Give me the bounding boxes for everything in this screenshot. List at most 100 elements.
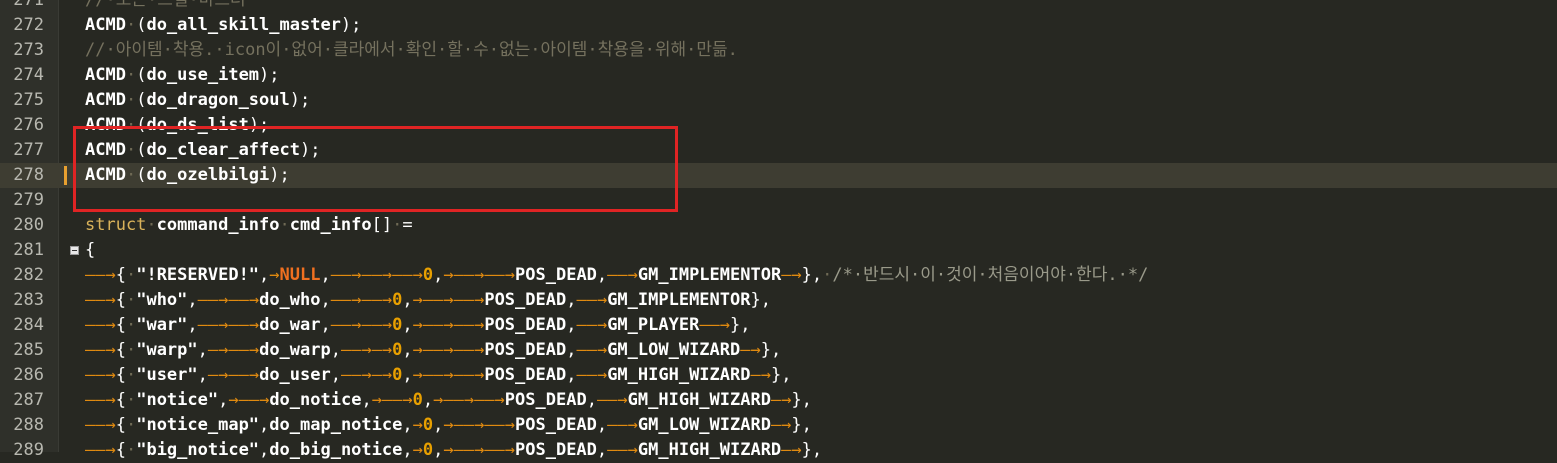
code-token: ——→: [85, 440, 116, 460]
code-token: POS_DEAD: [504, 390, 587, 410]
code-token: do_clear_affect: [146, 140, 300, 160]
code-token: 0: [392, 340, 403, 360]
code-token: 0: [422, 440, 434, 460]
line-number: 287: [13, 390, 44, 410]
code-token: ,: [197, 340, 208, 360]
code-token: ,: [402, 440, 413, 460]
line-code: ——→{·"warp",—→——→do_warp,——→—→0,→——→——→P…: [85, 338, 781, 363]
code-token: ——→: [85, 415, 116, 435]
code-token: do_war: [259, 315, 321, 335]
line-number: 283: [13, 290, 44, 310]
code-token: ,: [402, 365, 413, 385]
code-token: NULL: [279, 265, 321, 285]
code-line[interactable]: 287 ——→{·"notice",→——→do_notice,→——→0,→——…: [0, 388, 1557, 413]
code-token: 0: [392, 290, 403, 310]
code-token: do_notice: [269, 390, 362, 410]
code-token: ——→: [699, 315, 731, 335]
code-line[interactable]: 279: [0, 188, 1557, 213]
code-line[interactable]: 289 ——→{·"big_notice",do_big_notice,→0,→—…: [0, 438, 1557, 463]
code-token: (: [136, 90, 147, 110]
code-token: =: [402, 215, 413, 235]
code-token: );: [259, 65, 280, 85]
code-line[interactable]: 273 //·아이템·착용.·icon이·없어·클라에서·확인·할·수·없는·아이…: [0, 38, 1557, 63]
code-line[interactable]: 286 ——→{·"user",—→——→do_user,——→—→0,→——→—…: [0, 363, 1557, 388]
code-token: 0: [422, 265, 434, 285]
code-line[interactable]: 285 ——→{·"warp",—→——→do_warp,——→—→0,→——→—…: [0, 338, 1557, 363]
code-token: (: [136, 115, 147, 135]
code-token: (: [136, 140, 147, 160]
line-code: {: [85, 238, 95, 263]
code-token: POS_DEAD: [515, 415, 597, 435]
fold-toggle-icon[interactable]: [70, 246, 79, 255]
code-token: →——→——→: [433, 390, 505, 410]
code-token: ,: [402, 290, 413, 310]
code-token: ——→: [576, 290, 608, 310]
code-token: {: [85, 240, 96, 260]
code-token: ·: [125, 15, 137, 35]
code-line[interactable]: 288 ——→{·"notice_map",do_map_notice,→0,→—…: [0, 413, 1557, 438]
code-editor[interactable]: 271//·모든·스킬·마스터 272 ACMD·(do_all_skill_mas…: [0, 0, 1557, 463]
line-number: 275: [13, 90, 44, 110]
code-token: {: [115, 440, 126, 460]
code-line[interactable]: 282 ——→{·"!RESERVED!",→NULL,——→——→——→0,→—…: [0, 263, 1557, 288]
code-line[interactable]: 271 //·모든·스킬·마스터: [0, 0, 1557, 13]
code-token: POS_DEAD: [484, 340, 567, 360]
code-line[interactable]: 276 ACMD·(do_ds_list);: [0, 113, 1557, 138]
code-token: ,: [402, 315, 413, 335]
code-token: ——→: [85, 365, 116, 385]
line-code: ACMD·(do_clear_affect);: [85, 138, 320, 163]
code-token: ,: [197, 365, 208, 385]
code-token: },: [750, 290, 771, 310]
code-token: ——→——→: [330, 290, 393, 310]
line-code: ——→{·"notice_map",do_map_notice,→0,→——→—…: [85, 413, 812, 438]
code-line[interactable]: 278 ACMD·(do_ozelbilgi);: [0, 163, 1557, 188]
line-code: ——→{·"notice",→——→do_notice,→——→0,→——→——…: [85, 388, 812, 413]
code-token: []: [371, 215, 393, 235]
code-token: ——→: [576, 340, 608, 360]
code-line[interactable]: 281 {: [0, 238, 1557, 263]
code-token: "notice_map": [136, 415, 260, 435]
code-token: →——→——→: [412, 365, 485, 385]
code-token: ——→—→: [340, 340, 393, 360]
code-token: ·: [125, 440, 137, 460]
code-token: );: [269, 165, 290, 185]
code-token: ,: [433, 415, 444, 435]
code-token: GM_HIGH_WIZARD: [627, 390, 771, 410]
code-token: );: [340, 15, 362, 35]
code-token: ACMD: [85, 90, 126, 110]
code-line[interactable]: 280 struct·command_info·cmd_info[]·=: [0, 213, 1557, 238]
code-token: ACMD: [85, 165, 126, 185]
code-token: do_map_notice: [269, 415, 403, 435]
code-token: 0: [392, 315, 403, 335]
code-token: ——→: [596, 390, 628, 410]
code-line[interactable]: 277 ACMD·(do_clear_affect);: [0, 138, 1557, 163]
code-token: POS_DEAD: [515, 440, 597, 460]
code-token: ,: [320, 265, 331, 285]
code-token: do_use_item: [146, 65, 260, 85]
code-token: ——→——→: [197, 290, 260, 310]
code-line[interactable]: 284 ——→{·"war",——→——→do_war,——→——→0,→——→—…: [0, 313, 1557, 338]
code-line[interactable]: 275 ACMD·(do_dragon_soul);: [0, 88, 1557, 113]
code-token: do_all_skill_master: [146, 15, 341, 35]
code-token: GM_HIGH_WIZARD: [637, 440, 782, 460]
code-token: ,: [402, 415, 413, 435]
code-token: ACMD: [85, 115, 126, 135]
code-token: struct: [85, 215, 147, 235]
code-line[interactable]: 272 ACMD·(do_all_skill_master);: [0, 13, 1557, 38]
line-code: ACMD·(do_use_item);: [85, 63, 280, 88]
code-line[interactable]: 274 ACMD·(do_use_item);: [0, 63, 1557, 88]
code-token: ·: [146, 215, 157, 235]
code-token: ·: [125, 415, 137, 435]
line-number: 279: [13, 190, 44, 210]
code-token: ,: [259, 415, 270, 435]
line-code: ACMD·(do_ozelbilgi);: [85, 163, 290, 188]
line-number: 278: [13, 165, 44, 185]
code-token: ·: [125, 290, 137, 310]
code-token: ,: [187, 315, 198, 335]
line-code: ACMD·(do_all_skill_master);: [85, 13, 361, 38]
code-token: "big_notice": [136, 440, 260, 460]
code-token: →——→——→: [412, 315, 485, 335]
line-number: 280: [13, 215, 44, 235]
code-token: do_warp: [259, 340, 331, 360]
code-line[interactable]: 283 ——→{·"who",——→——→do_who,——→——→0,→——→—…: [0, 288, 1557, 313]
